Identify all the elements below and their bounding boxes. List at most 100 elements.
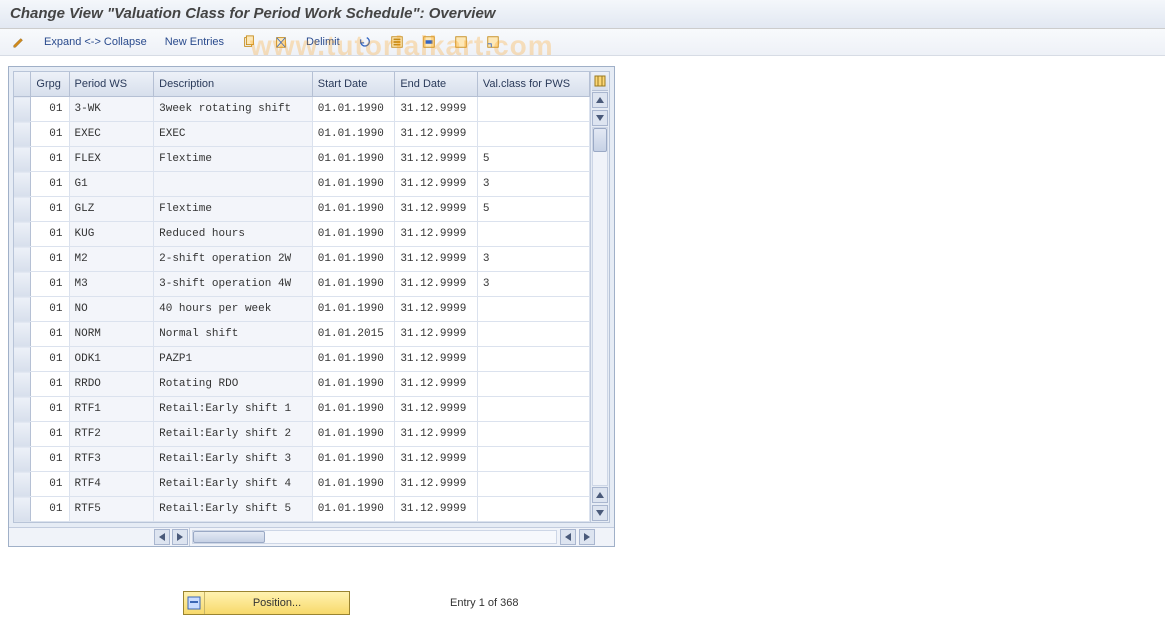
cell-val-class[interactable]: 3	[477, 272, 589, 297]
cell-description[interactable]: 40 hours per week	[154, 297, 313, 322]
cell-description[interactable]: Retail:Early shift 3	[154, 447, 313, 472]
cell-grpg[interactable]: 01	[31, 347, 69, 372]
cell-description[interactable]: 2-shift operation 2W	[154, 247, 313, 272]
horizontal-scrollbar[interactable]	[9, 527, 614, 546]
row-selector[interactable]	[14, 222, 31, 247]
cell-description[interactable]: Retail:Early shift 4	[154, 472, 313, 497]
row-selector[interactable]	[14, 447, 31, 472]
delimit-button[interactable]: Delimit	[302, 34, 344, 50]
scroll-down-button[interactable]	[592, 110, 608, 126]
row-selector[interactable]	[14, 197, 31, 222]
cell-end-date[interactable]: 31.12.9999	[395, 472, 478, 497]
cell-grpg[interactable]: 01	[31, 447, 69, 472]
cell-grpg[interactable]: 01	[31, 197, 69, 222]
cell-end-date[interactable]: 31.12.9999	[395, 197, 478, 222]
cell-end-date[interactable]: 31.12.9999	[395, 322, 478, 347]
cell-start-date[interactable]: 01.01.1990	[312, 147, 395, 172]
deselect-all-button[interactable]	[450, 33, 472, 51]
position-button[interactable]: Position...	[183, 591, 350, 615]
table-row[interactable]: 01RTF4Retail:Early shift 401.01.199031.1…	[14, 472, 590, 497]
select-all-button[interactable]	[386, 33, 408, 51]
scroll-down-page-button[interactable]	[592, 505, 608, 521]
table-row[interactable]: 01GLZFlextime01.01.199031.12.99995	[14, 197, 590, 222]
cell-start-date[interactable]: 01.01.1990	[312, 497, 395, 522]
cell-description[interactable]: Normal shift	[154, 322, 313, 347]
cell-val-class[interactable]	[477, 297, 589, 322]
row-selector[interactable]	[14, 322, 31, 347]
cell-val-class[interactable]	[477, 372, 589, 397]
select-block-button[interactable]	[418, 33, 440, 51]
cell-period-ws[interactable]: G1	[69, 172, 154, 197]
cell-start-date[interactable]: 01.01.1990	[312, 222, 395, 247]
cell-val-class[interactable]: 5	[477, 197, 589, 222]
scroll-track-horizontal[interactable]	[192, 530, 557, 544]
cell-period-ws[interactable]: FLEX	[69, 147, 154, 172]
cell-description[interactable]: Flextime	[154, 197, 313, 222]
cell-period-ws[interactable]: RTF1	[69, 397, 154, 422]
new-entries-button[interactable]: New Entries	[161, 34, 228, 50]
print-button[interactable]	[482, 33, 504, 51]
cell-end-date[interactable]: 31.12.9999	[395, 247, 478, 272]
row-selector[interactable]	[14, 272, 31, 297]
row-selector[interactable]	[14, 472, 31, 497]
col-grpg[interactable]: Grpg	[31, 72, 69, 97]
table-row[interactable]: 013-WK3week rotating shift01.01.199031.1…	[14, 97, 590, 122]
table-row[interactable]: 01M22-shift operation 2W01.01.199031.12.…	[14, 247, 590, 272]
row-selector[interactable]	[14, 247, 31, 272]
cell-val-class[interactable]	[477, 222, 589, 247]
cell-grpg[interactable]: 01	[31, 147, 69, 172]
cell-grpg[interactable]: 01	[31, 222, 69, 247]
table-row[interactable]: 01G101.01.199031.12.99993	[14, 172, 590, 197]
cell-grpg[interactable]: 01	[31, 472, 69, 497]
col-description[interactable]: Description	[154, 72, 313, 97]
cell-start-date[interactable]: 01.01.1990	[312, 272, 395, 297]
col-end-date[interactable]: End Date	[395, 72, 478, 97]
cell-start-date[interactable]: 01.01.1990	[312, 297, 395, 322]
undo-change-button[interactable]	[354, 33, 376, 51]
cell-grpg[interactable]: 01	[31, 172, 69, 197]
cell-val-class[interactable]	[477, 97, 589, 122]
cell-grpg[interactable]: 01	[31, 297, 69, 322]
scroll-track-vertical[interactable]	[592, 127, 608, 486]
cell-val-class[interactable]	[477, 397, 589, 422]
cell-end-date[interactable]: 31.12.9999	[395, 422, 478, 447]
cell-period-ws[interactable]: RTF2	[69, 422, 154, 447]
table-row[interactable]: 01RTF3Retail:Early shift 301.01.199031.1…	[14, 447, 590, 472]
col-start-date[interactable]: Start Date	[312, 72, 395, 97]
cell-grpg[interactable]: 01	[31, 422, 69, 447]
cell-start-date[interactable]: 01.01.1990	[312, 97, 395, 122]
table-row[interactable]: 01KUGReduced hours01.01.199031.12.9999	[14, 222, 590, 247]
cell-val-class[interactable]	[477, 497, 589, 522]
cell-end-date[interactable]: 31.12.9999	[395, 97, 478, 122]
cell-grpg[interactable]: 01	[31, 497, 69, 522]
cell-description[interactable]: Retail:Early shift 5	[154, 497, 313, 522]
cell-start-date[interactable]: 01.01.1990	[312, 397, 395, 422]
row-selector[interactable]	[14, 497, 31, 522]
row-selector[interactable]	[14, 297, 31, 322]
configure-columns-button[interactable]	[592, 72, 608, 91]
expand-collapse-button[interactable]: Expand <-> Collapse	[40, 34, 151, 50]
cell-end-date[interactable]: 31.12.9999	[395, 297, 478, 322]
scroll-up-page-button[interactable]	[592, 487, 608, 503]
cell-val-class[interactable]	[477, 447, 589, 472]
row-selector[interactable]	[14, 397, 31, 422]
cell-val-class[interactable]	[477, 322, 589, 347]
cell-period-ws[interactable]: RTF4	[69, 472, 154, 497]
delete-button[interactable]	[270, 33, 292, 51]
table-row[interactable]: 01NORMNormal shift01.01.201531.12.9999	[14, 322, 590, 347]
cell-end-date[interactable]: 31.12.9999	[395, 372, 478, 397]
col-val-class[interactable]: Val.class for PWS	[477, 72, 589, 97]
cell-start-date[interactable]: 01.01.1990	[312, 122, 395, 147]
table-row[interactable]: 01NO40 hours per week01.01.199031.12.999…	[14, 297, 590, 322]
cell-description[interactable]: Retail:Early shift 2	[154, 422, 313, 447]
row-selector[interactable]	[14, 172, 31, 197]
cell-description[interactable]	[154, 172, 313, 197]
cell-description[interactable]: 3-shift operation 4W	[154, 272, 313, 297]
cell-end-date[interactable]: 31.12.9999	[395, 122, 478, 147]
cell-description[interactable]: Rotating RDO	[154, 372, 313, 397]
cell-end-date[interactable]: 31.12.9999	[395, 222, 478, 247]
cell-val-class[interactable]	[477, 472, 589, 497]
cell-grpg[interactable]: 01	[31, 372, 69, 397]
scroll-thumb-horizontal[interactable]	[193, 531, 265, 543]
row-selector[interactable]	[14, 372, 31, 397]
